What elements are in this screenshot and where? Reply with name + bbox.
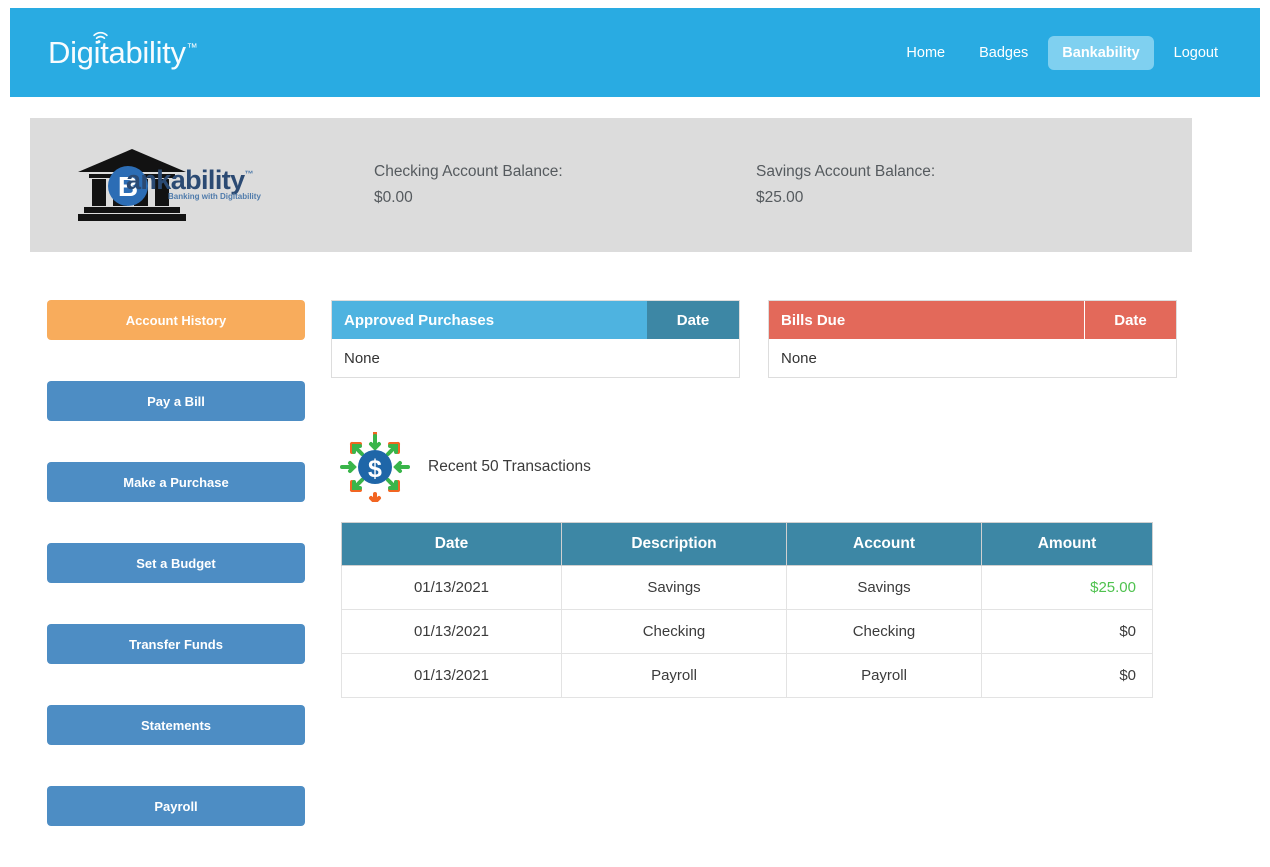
- nav-link-bankability[interactable]: Bankability: [1048, 36, 1153, 70]
- logo-trademark: ™: [245, 169, 253, 179]
- bills-due-title: Bills Due: [769, 301, 1084, 339]
- cell-amount: $0: [982, 610, 1153, 654]
- checking-balance-amount: $0.00: [374, 185, 674, 211]
- column-header-date: Date: [342, 523, 562, 566]
- sidebar-button-account-history[interactable]: Account History: [47, 300, 305, 340]
- transactions-table: Date Description Account Amount 01/13/20…: [341, 522, 1153, 698]
- bills-due-table: Bills Due Date None: [768, 300, 1177, 378]
- checking-balance-label: Checking Account Balance:: [374, 163, 563, 180]
- savings-balance-amount: $25.00: [756, 185, 1056, 211]
- sidebar-button-set-a-budget[interactable]: Set a Budget: [47, 543, 305, 583]
- cell-account: Checking: [787, 610, 982, 654]
- checking-balance-block: Checking Account Balance: $0.00: [374, 159, 674, 210]
- brand-trademark: ™: [187, 42, 198, 54]
- cell-account: Payroll: [787, 654, 982, 698]
- table-row: 01/13/2021 Payroll Payroll $0: [342, 654, 1153, 698]
- cell-date: 01/13/2021: [342, 654, 562, 698]
- column-header-amount: Amount: [982, 523, 1153, 566]
- nav-link-logout[interactable]: Logout: [1160, 36, 1232, 70]
- recent-transactions-header: $ Recent 50 Transactions: [340, 432, 591, 502]
- top-navbar: Digitability™ Home Badges Bankability Lo…: [10, 8, 1260, 97]
- cell-description: Payroll: [562, 654, 787, 698]
- approved-purchases-title: Approved Purchases: [332, 301, 647, 339]
- bankability-tagline: Banking with Digitability: [168, 192, 261, 201]
- cell-amount: $0: [982, 654, 1153, 698]
- bills-due-date-header: Date: [1084, 301, 1176, 339]
- table-row: 01/13/2021 Checking Checking $0: [342, 610, 1153, 654]
- cell-date: 01/13/2021: [342, 610, 562, 654]
- bills-due-header-row: Bills Due Date: [769, 301, 1176, 339]
- cell-account: Savings: [787, 566, 982, 610]
- savings-balance-label: Savings Account Balance:: [756, 163, 935, 180]
- cell-amount: $25.00: [982, 566, 1153, 610]
- svg-text:$: $: [368, 455, 382, 483]
- bills-due-empty-text: None: [769, 339, 1176, 377]
- money-transfer-icon: $: [340, 432, 410, 502]
- nav-link-badges[interactable]: Badges: [965, 36, 1042, 70]
- cell-description: Savings: [562, 566, 787, 610]
- brand-logo[interactable]: Digitability™: [48, 35, 197, 71]
- sidebar-menu: Account History Pay a Bill Make a Purcha…: [47, 300, 305, 867]
- wifi-icon: [92, 31, 109, 44]
- table-row: 01/13/2021 Savings Savings $25.00: [342, 566, 1153, 610]
- savings-balance-block: Savings Account Balance: $25.00: [756, 159, 1056, 210]
- sidebar-button-pay-a-bill[interactable]: Pay a Bill: [47, 381, 305, 421]
- approved-purchases-header-row: Approved Purchases Date: [332, 301, 739, 339]
- approved-purchases-date-header: Date: [647, 301, 739, 339]
- nav-link-home[interactable]: Home: [892, 36, 959, 70]
- column-header-account: Account: [787, 523, 982, 566]
- account-summary-panel: B ankability™ Banking with Digitability …: [30, 118, 1192, 252]
- approved-purchases-empty-text: None: [332, 339, 739, 377]
- approved-purchases-table: Approved Purchases Date None: [331, 300, 740, 378]
- sidebar-button-statements[interactable]: Statements: [47, 705, 305, 745]
- nav-links: Home Badges Bankability Logout: [892, 36, 1232, 70]
- transactions-header-row: Date Description Account Amount: [342, 523, 1153, 566]
- column-header-description: Description: [562, 523, 787, 566]
- recent-transactions-label: Recent 50 Transactions: [428, 458, 591, 476]
- cell-date: 01/13/2021: [342, 566, 562, 610]
- bankability-logo: B ankability™ Banking with Digitability: [72, 145, 302, 225]
- sidebar-button-payroll[interactable]: Payroll: [47, 786, 305, 826]
- sidebar-button-transfer-funds[interactable]: Transfer Funds: [47, 624, 305, 664]
- brand-name: Digitability: [48, 35, 186, 70]
- cell-description: Checking: [562, 610, 787, 654]
- sidebar-button-make-a-purchase[interactable]: Make a Purchase: [47, 462, 305, 502]
